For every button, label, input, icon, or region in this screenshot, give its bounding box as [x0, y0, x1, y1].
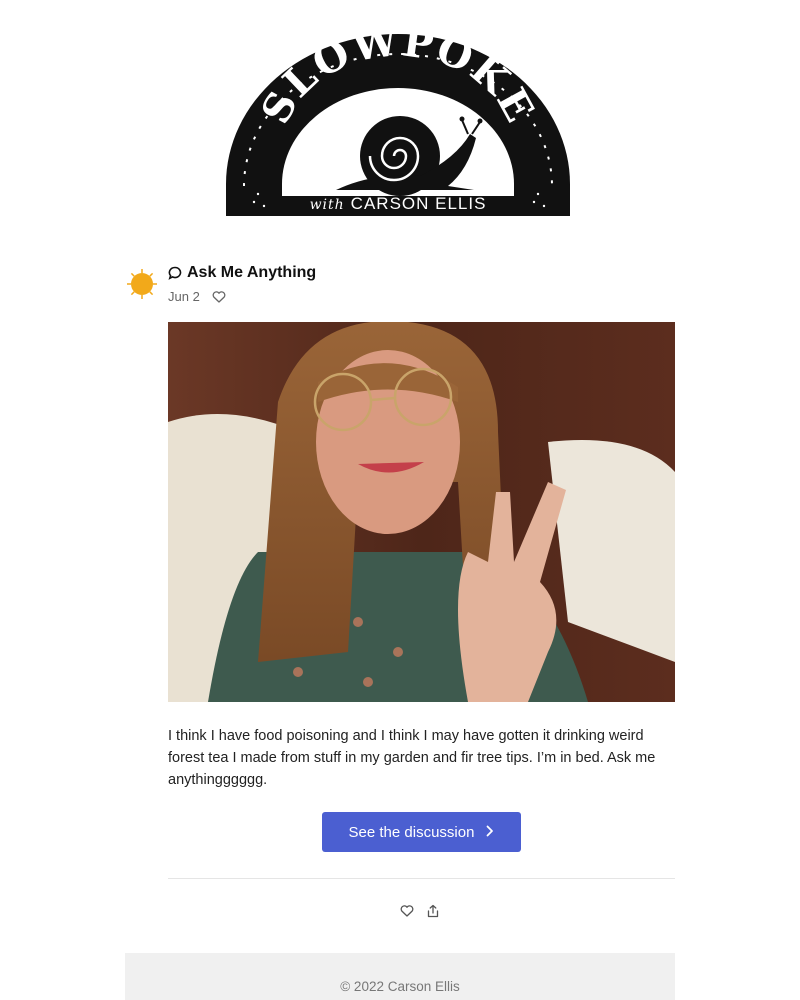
author-avatar[interactable]	[126, 268, 158, 300]
footer: © 2022 Carson Ellis	[125, 953, 675, 1000]
selfie-photo	[168, 322, 675, 702]
post-title: Ask Me Anything	[187, 264, 317, 281]
speech-bubble-icon	[168, 266, 182, 280]
heart-icon[interactable]	[400, 904, 414, 918]
post-body: I think I have food poisoning and I thin…	[168, 728, 656, 788]
logo-subtitle-with: with	[309, 197, 345, 213]
see-discussion-label: See the discussion	[348, 823, 475, 841]
sun-icon	[127, 269, 157, 299]
footer-copyright: © 2022 Carson Ellis	[340, 979, 460, 994]
divider	[168, 878, 675, 879]
heart-icon[interactable]	[212, 290, 226, 304]
post-title-link[interactable]: Ask Me Anything	[168, 264, 316, 282]
newsletter-logo: SLOWPOKE with CARSON ELLIS	[224, 34, 572, 218]
snail-logo-graphic: SLOWPOKE	[226, 34, 570, 216]
post-date: Jun 2	[168, 289, 200, 304]
post-photo[interactable]	[168, 322, 675, 702]
logo-subtitle: with CARSON ELLIS	[224, 194, 572, 214]
chevron-right-icon	[486, 824, 494, 841]
post-meta: Jun 2	[168, 289, 226, 304]
share-icon[interactable]	[426, 904, 440, 918]
post-actions	[400, 904, 440, 918]
logo-subtitle-name: CARSON ELLIS	[350, 194, 487, 213]
see-discussion-button[interactable]: See the discussion	[322, 812, 521, 852]
